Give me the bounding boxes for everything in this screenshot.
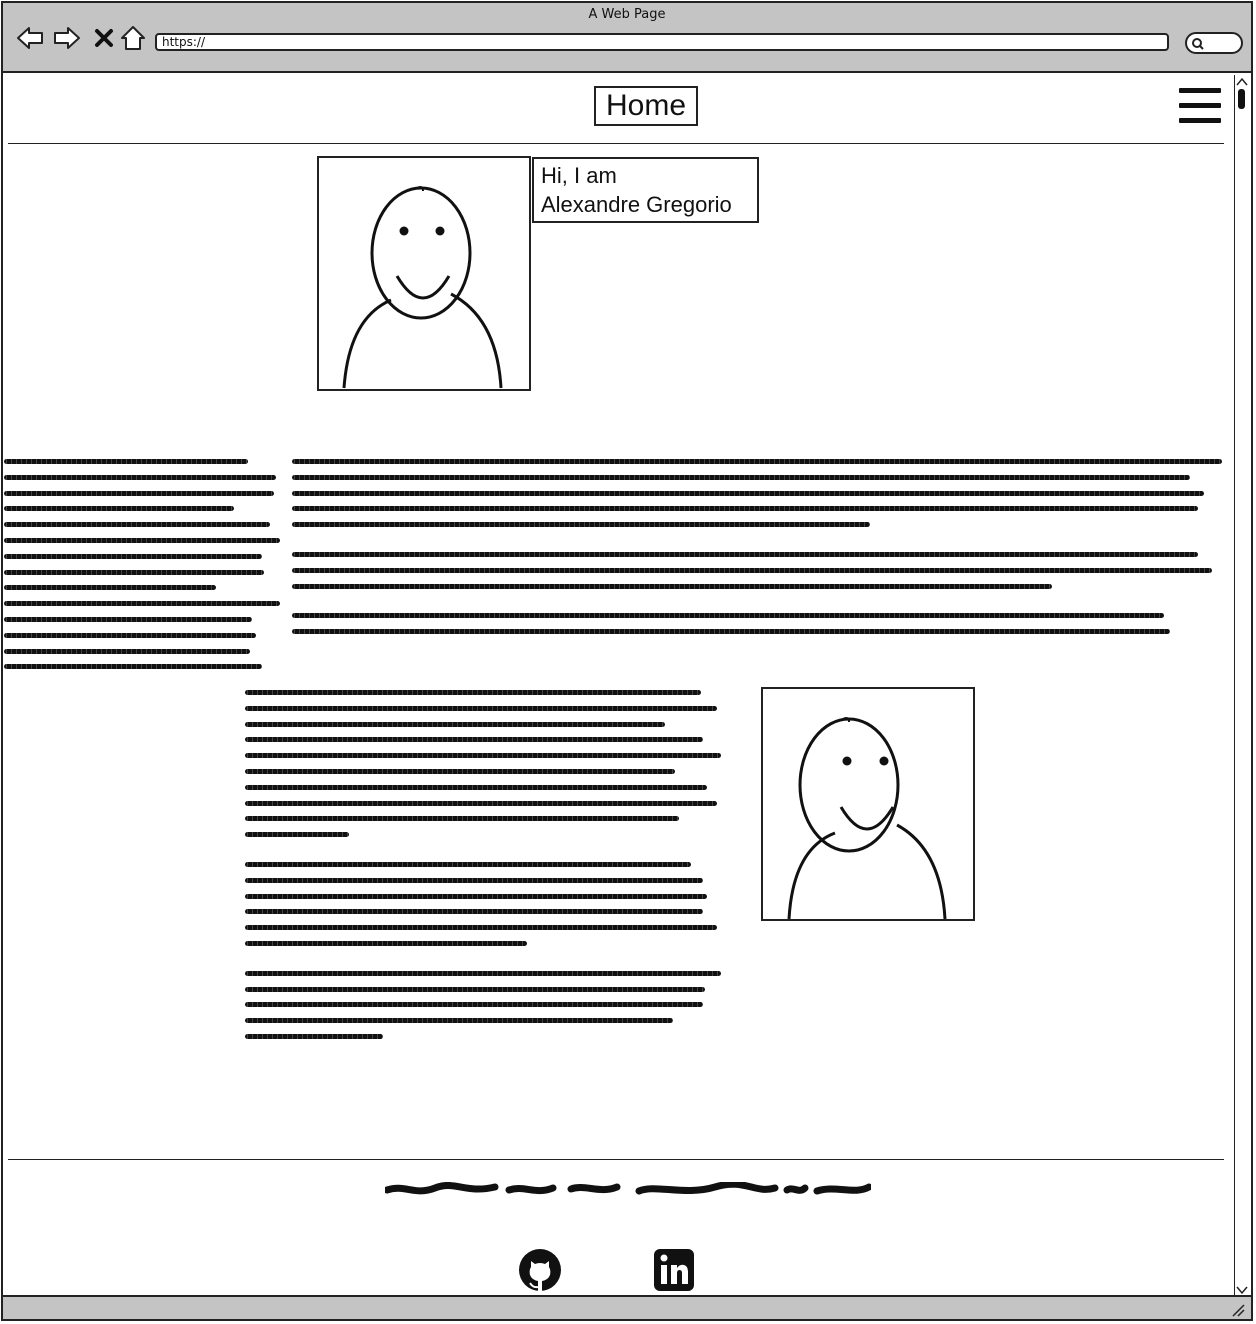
user-avatar-icon — [342, 186, 503, 389]
footer-text — [385, 1182, 871, 1195]
header-divider — [8, 143, 1224, 144]
page-title[interactable]: Home — [594, 86, 698, 126]
forward-arrow-icon[interactable] — [52, 23, 82, 53]
hamburger-menu-icon[interactable] — [1178, 86, 1222, 126]
browser-statusbar — [3, 1295, 1251, 1319]
greeting-line: Hi, I am — [541, 163, 617, 188]
intro-text-block — [292, 459, 1226, 645]
linkedin-icon[interactable] — [653, 1248, 695, 1292]
avatar — [317, 156, 531, 391]
resize-grip-icon[interactable] — [1229, 1301, 1245, 1317]
greeting-name: Alexandre Gregorio — [541, 192, 732, 217]
scroll-up-arrow-icon[interactable] — [1236, 77, 1248, 87]
sidebar-text-block — [4, 459, 284, 680]
scroll-thumb[interactable] — [1238, 89, 1245, 109]
vertical-scrollbar[interactable] — [1234, 75, 1249, 1297]
search-icon — [1192, 38, 1204, 50]
scroll-down-arrow-icon[interactable] — [1236, 1285, 1248, 1295]
user-avatar-icon — [787, 717, 947, 920]
home-icon[interactable] — [118, 23, 148, 53]
avatar — [761, 687, 975, 921]
footer-divider — [8, 1159, 1224, 1160]
back-arrow-icon[interactable] — [15, 23, 45, 53]
close-icon[interactable] — [89, 23, 119, 53]
browser-search[interactable] — [1185, 32, 1243, 54]
url-bar[interactable]: https:// — [155, 33, 1169, 51]
github-icon[interactable] — [518, 1248, 562, 1292]
window-title: A Web Page — [588, 7, 666, 22]
greeting-box: Hi, I am Alexandre Gregorio — [532, 157, 759, 223]
about-text-block — [245, 690, 725, 1050]
browser-titlebar: A Web Page https:// — [3, 3, 1251, 73]
